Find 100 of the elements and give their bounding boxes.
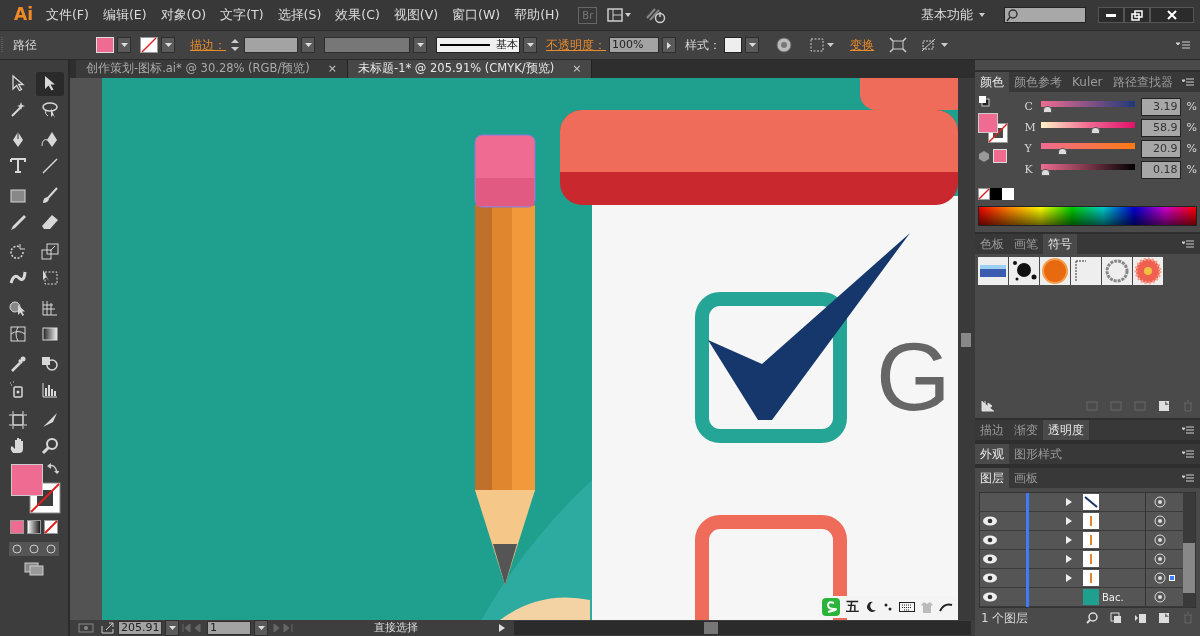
dropdown-button[interactable] xyxy=(254,620,268,636)
panel-menu-icon[interactable] xyxy=(1182,426,1194,434)
expand-icon[interactable] xyxy=(1065,536,1073,544)
horizontal-scrollbar[interactable] xyxy=(514,621,971,635)
panel-tab[interactable]: 图形样式 xyxy=(1009,444,1067,464)
color-spectrum[interactable] xyxy=(978,206,1197,226)
library-icon[interactable] xyxy=(981,400,995,412)
flower-symbol[interactable] xyxy=(1133,257,1163,285)
opacity-link[interactable]: 不透明度： xyxy=(546,36,606,54)
punctuation-icon[interactable] xyxy=(883,601,893,613)
ring-symbol[interactable] xyxy=(1102,257,1132,285)
splatter-symbol[interactable] xyxy=(1009,257,1039,285)
gradient-mode-icon[interactable] xyxy=(27,520,41,534)
search-field[interactable] xyxy=(1004,7,1086,23)
layer-row[interactable] xyxy=(980,550,1183,569)
search-icon[interactable] xyxy=(1086,612,1098,624)
eye-icon[interactable] xyxy=(982,591,998,603)
menu-icon[interactable] xyxy=(1176,41,1190,49)
close-tab-button[interactable]: × xyxy=(327,60,337,78)
dropdown-button[interactable] xyxy=(165,620,179,636)
bracket-symbol[interactable] xyxy=(1071,257,1101,285)
stroke-weight-field[interactable] xyxy=(244,37,298,53)
dropdown-button[interactable] xyxy=(117,37,131,53)
panel-tab[interactable]: 图层 xyxy=(975,468,1009,488)
workspace-switcher[interactable]: 基本功能 xyxy=(914,5,992,25)
menu-item[interactable]: 选择(S) xyxy=(270,5,329,25)
default-stroke-swatch[interactable] xyxy=(1002,188,1014,200)
spinner-icon[interactable] xyxy=(229,37,241,53)
recolor-icon[interactable] xyxy=(776,37,792,53)
tab-title[interactable]: 未标题-1* @ 205.91% (CMYK/预览) xyxy=(358,60,555,78)
panel-menu-icon[interactable] xyxy=(1182,240,1194,248)
eye-icon[interactable] xyxy=(982,553,998,565)
slider-button[interactable] xyxy=(662,37,676,53)
graphic-style-swatch[interactable] xyxy=(724,37,742,53)
opacity-field[interactable]: 100% xyxy=(609,37,659,53)
panel-tab[interactable]: 色板 xyxy=(975,234,1009,254)
eye-icon[interactable] xyxy=(982,515,998,527)
panel-menu-icon[interactable] xyxy=(1182,78,1194,86)
panel-tab[interactable]: Kuler xyxy=(1067,72,1108,92)
color-swatch[interactable] xyxy=(993,149,1007,163)
panel-tab[interactable]: 符号 xyxy=(1043,234,1077,254)
dropdown-button[interactable] xyxy=(523,37,537,53)
target-icon[interactable] xyxy=(1154,515,1166,527)
bar-symbol[interactable] xyxy=(978,257,1008,285)
fill-swatch[interactable] xyxy=(978,113,998,133)
dropdown-button[interactable] xyxy=(301,37,315,53)
close-tab-button[interactable]: × xyxy=(572,60,582,78)
menu-item[interactable]: 文件(F) xyxy=(39,5,96,25)
none-swatch[interactable] xyxy=(978,188,990,200)
menu-item[interactable]: 对象(O) xyxy=(153,5,214,25)
dropdown-button[interactable] xyxy=(161,37,175,53)
slider-thumb[interactable] xyxy=(1043,105,1053,113)
layout-icon[interactable] xyxy=(607,8,632,22)
export-icon[interactable] xyxy=(101,622,115,634)
none-mode-icon[interactable] xyxy=(44,520,58,534)
layer-row[interactable] xyxy=(980,493,1183,512)
fill-swatch[interactable] xyxy=(11,464,43,496)
menu-item[interactable]: 文字(T) xyxy=(213,5,271,25)
panel-tab[interactable]: 路径查找器 xyxy=(1107,72,1178,92)
bounding-box-icon[interactable] xyxy=(889,37,907,53)
clip-icon[interactable] xyxy=(1110,612,1122,624)
expand-icon[interactable] xyxy=(1065,555,1073,563)
target-icon[interactable] xyxy=(1154,534,1166,546)
menu-item[interactable]: 窗口(W) xyxy=(445,5,508,25)
panel-tab[interactable]: 画板 xyxy=(1009,468,1043,488)
expand-icon[interactable] xyxy=(1065,517,1073,525)
menu-item[interactable]: 视图(V) xyxy=(386,5,446,25)
target-icon[interactable] xyxy=(1154,553,1166,565)
dropdown-button[interactable] xyxy=(745,37,759,53)
panel-tab[interactable]: 渐变 xyxy=(1009,420,1043,440)
no-stroke-swatch[interactable] xyxy=(140,37,158,53)
slider-thumb[interactable] xyxy=(1090,126,1100,134)
default-fill-swatch[interactable] xyxy=(990,188,1002,200)
target-icon[interactable] xyxy=(1154,572,1166,584)
restore-button[interactable] xyxy=(1124,7,1150,23)
brush-style-field[interactable]: 基本 xyxy=(436,37,520,53)
eye-icon[interactable] xyxy=(982,572,998,584)
layer-name[interactable]: Bac. xyxy=(1102,589,1124,605)
value-field[interactable]: 0.18 xyxy=(1140,161,1181,179)
tab-title[interactable]: 创作策划-图标.ai* @ 30.28% (RGB/预览) xyxy=(86,60,310,78)
swirl-icon[interactable] xyxy=(939,601,953,613)
expand-icon[interactable] xyxy=(1065,498,1073,506)
sync-icon[interactable] xyxy=(645,6,668,24)
new-layer-icon[interactable] xyxy=(1158,612,1170,624)
align-icon[interactable] xyxy=(809,37,835,53)
menu-item[interactable]: 编辑(E) xyxy=(95,5,154,25)
zoom-field[interactable]: 205.91 xyxy=(118,621,162,635)
panel-tab[interactable]: 外观 xyxy=(975,444,1009,464)
menu-item[interactable]: 帮助(H) xyxy=(507,5,567,25)
stroke-link[interactable]: 描边： xyxy=(190,36,226,54)
document-tab[interactable]: 创作策划-图标.ai* @ 30.28% (RGB/预览) × xyxy=(76,60,348,78)
isolate-icon[interactable] xyxy=(920,37,950,53)
swap-icon[interactable] xyxy=(47,462,59,474)
transform-link[interactable]: 变换 xyxy=(850,36,874,54)
panel-menu-icon[interactable] xyxy=(1182,474,1194,482)
target-icon[interactable] xyxy=(1154,591,1166,603)
keyboard-icon[interactable] xyxy=(899,601,915,613)
layer-row[interactable] xyxy=(980,569,1183,588)
layer-row[interactable] xyxy=(980,512,1183,531)
slider-thumb[interactable] xyxy=(1058,147,1068,155)
